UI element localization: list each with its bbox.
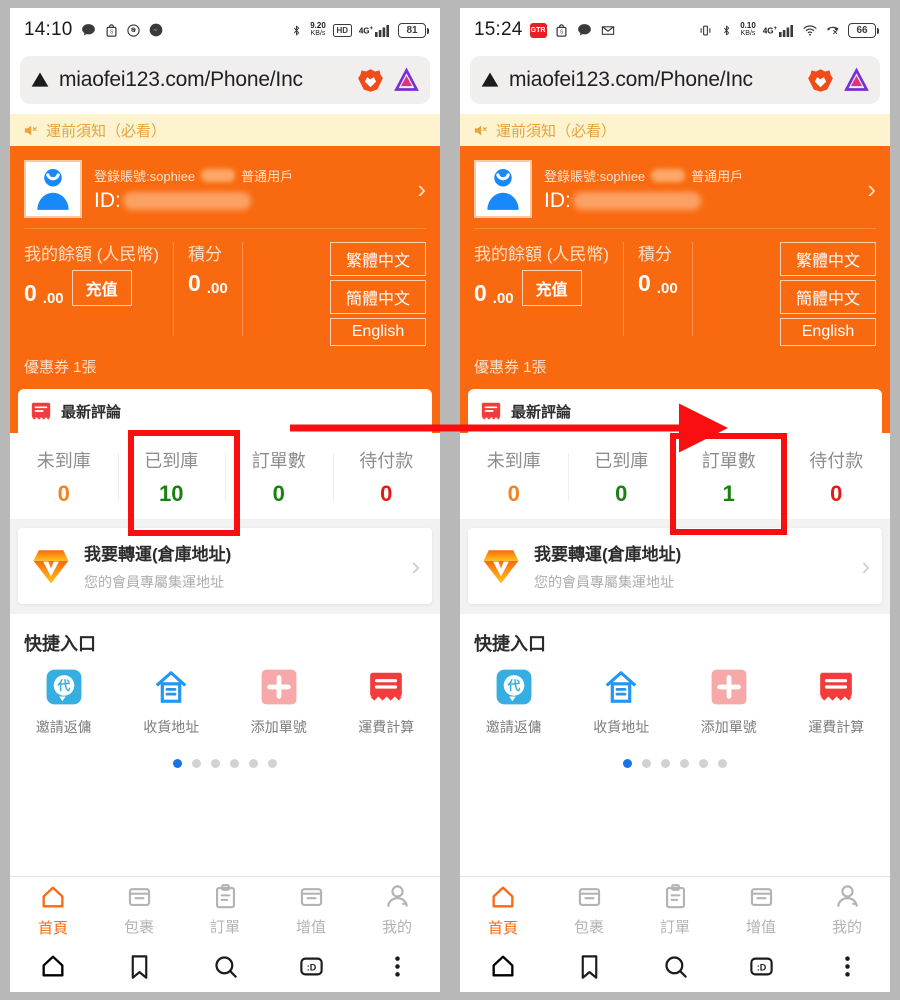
comparison-arrow	[290, 403, 728, 453]
comparison-screenshot: 14:10 S 9.20 KB/s HD 4G+ 81 miaofei123.com/Phon…	[0, 0, 900, 1000]
